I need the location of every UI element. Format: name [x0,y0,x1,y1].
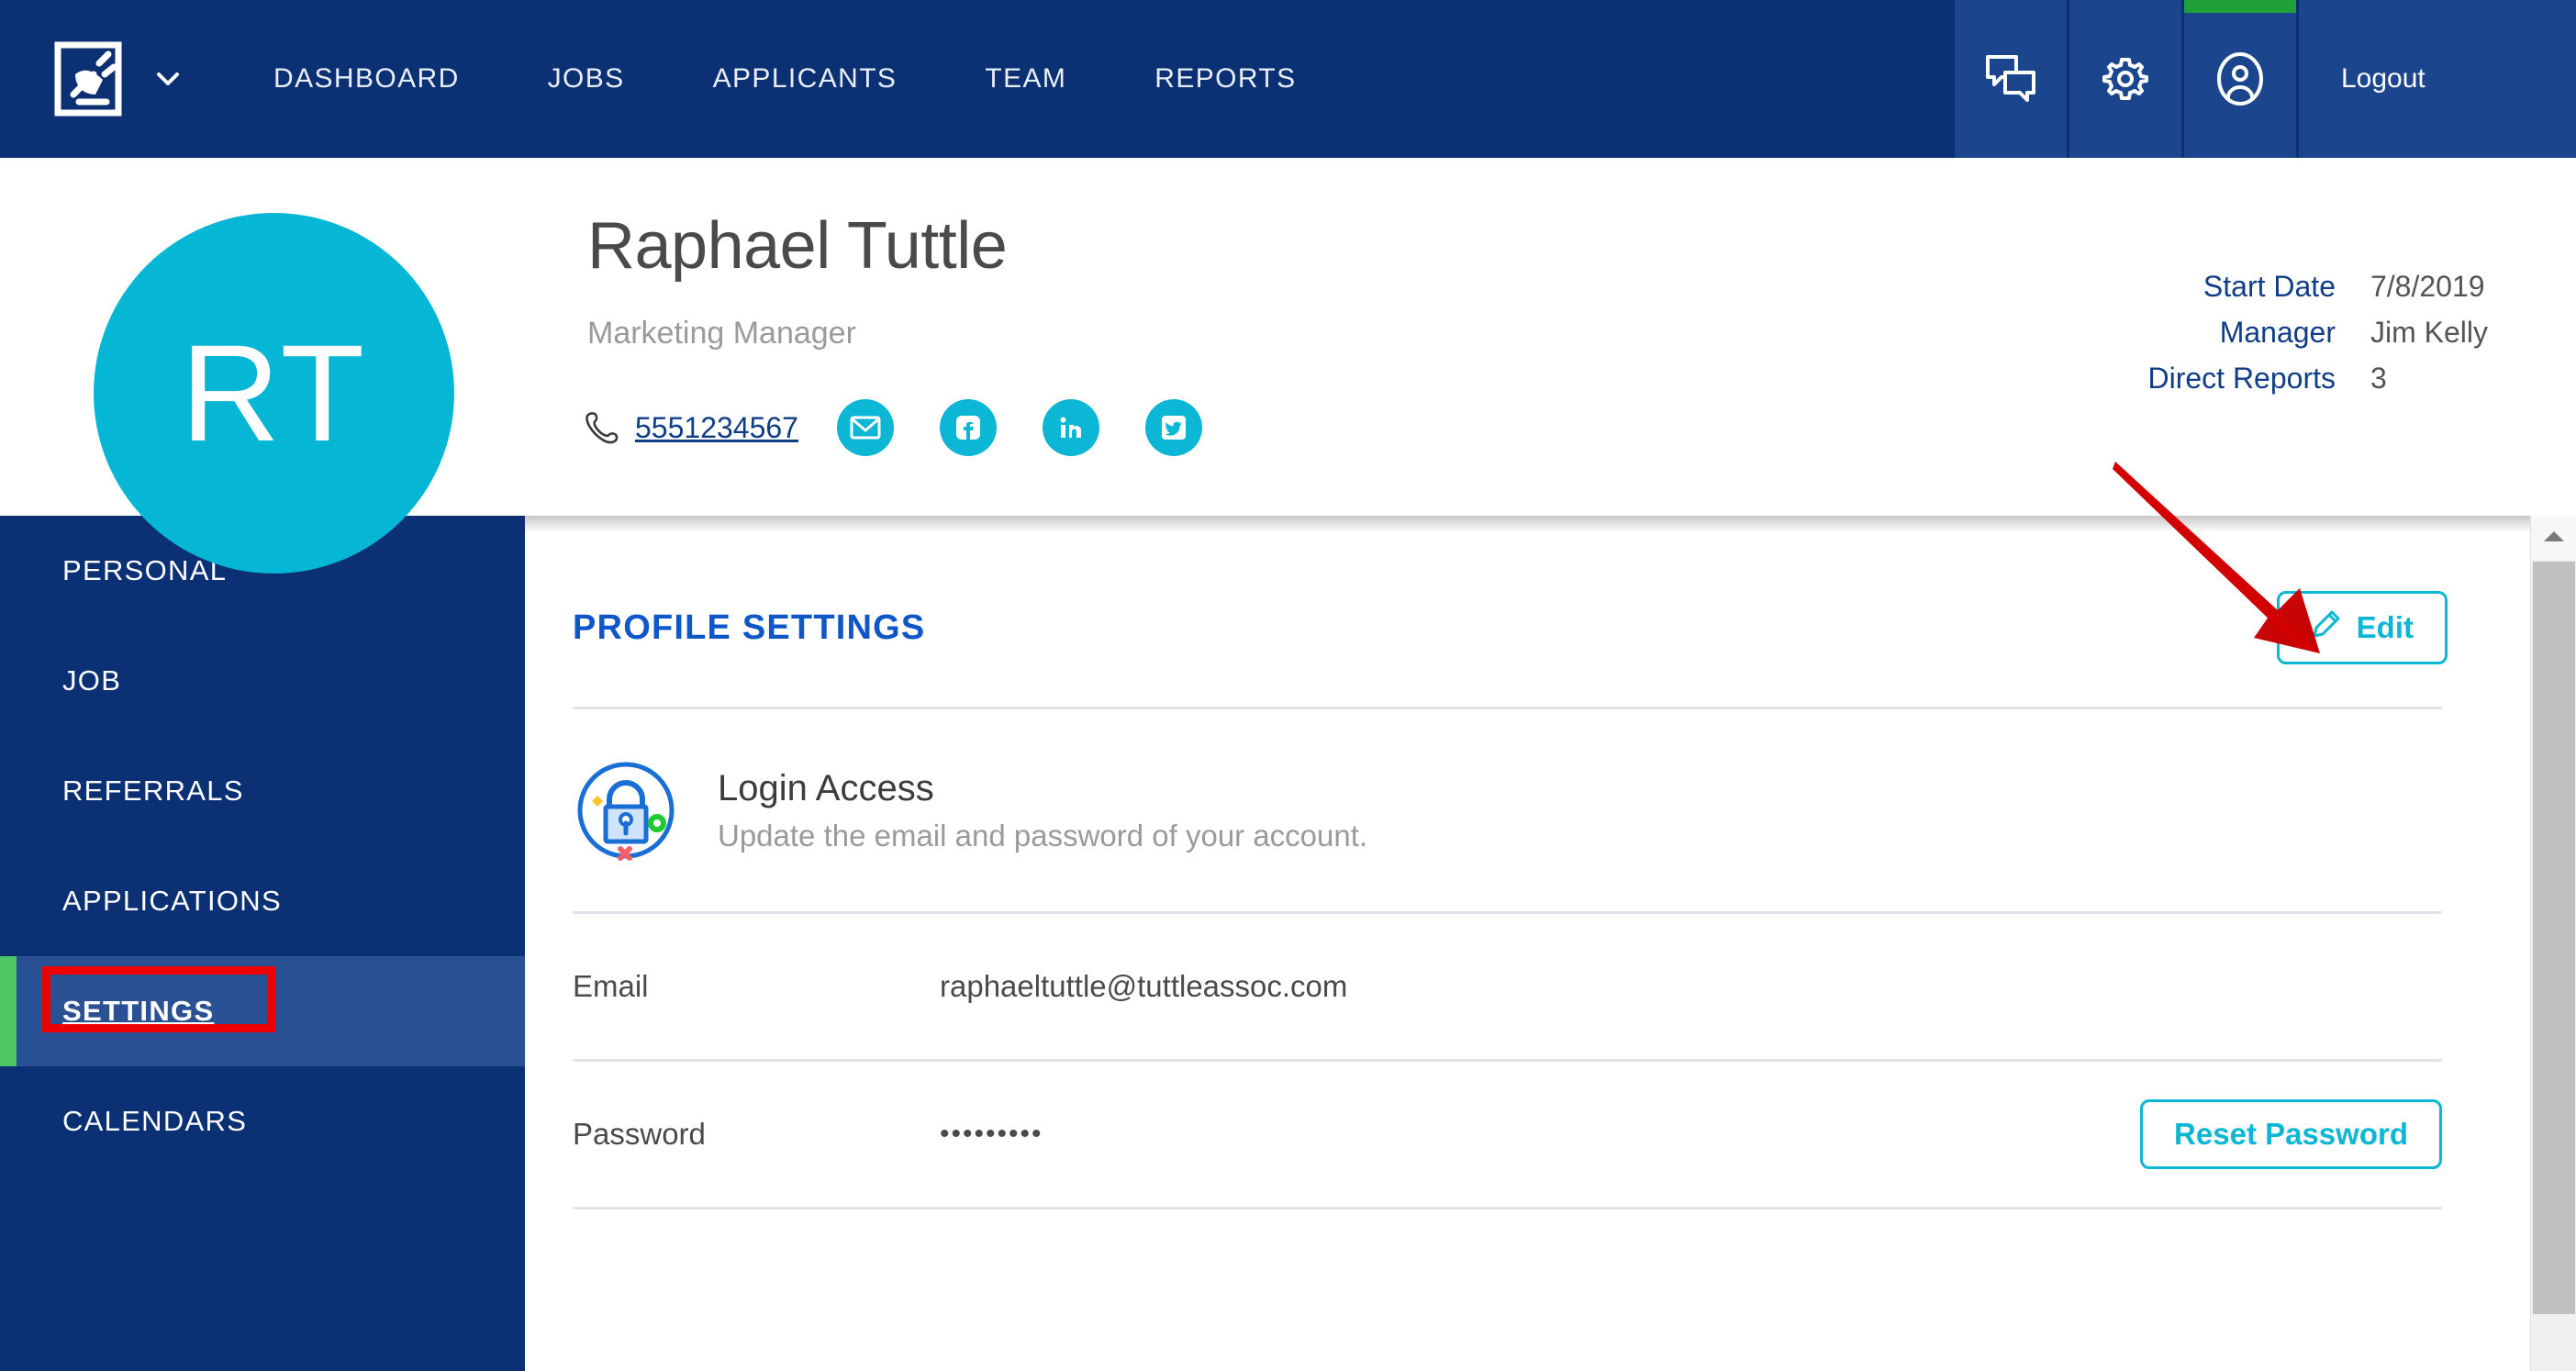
email-row-value: raphaeltuttle@tuttleassoc.com [940,969,2442,1004]
linkedin-button[interactable] [1043,399,1099,456]
chevron-up-icon [2542,529,2566,548]
messages-button[interactable] [1952,0,2067,158]
top-navigation-bar: DASHBOARD JOBS APPLICANTS TEAM REPORTS [0,0,2576,158]
app-window: DASHBOARD JOBS APPLICANTS TEAM REPORTS [0,0,2576,1371]
password-row-label: Password [573,1117,940,1152]
account-button[interactable] [2181,0,2296,158]
gear-icon [2099,52,2152,106]
card-subtitle: Update the email and password of your ac… [718,819,1367,853]
nav-link-applicants[interactable]: APPLICANTS [669,0,942,158]
page-title: Raphael Tuttle [587,208,1007,284]
scrollbar-thumb[interactable] [2533,562,2575,1314]
vertical-scrollbar[interactable] [2530,516,2576,1371]
padlock-icon [573,757,679,864]
user-account-icon [2214,50,2266,107]
facebook-icon [953,413,983,442]
nav-link-dashboard[interactable]: DASHBOARD [229,0,504,158]
card-title: Login Access [718,768,1367,809]
meta-label-direct-reports: Direct Reports [2147,362,2336,396]
profile-job-title: Marketing Manager [587,316,856,351]
nav-link-team[interactable]: TEAM [941,0,1110,158]
chevron-down-icon[interactable] [152,63,184,95]
twitter-icon [1159,413,1188,442]
phone-link[interactable]: 5551234567 [635,411,798,445]
nav-link-jobs[interactable]: JOBS [504,0,669,158]
logout-label: Logout [2341,63,2425,95]
logout-button[interactable]: Logout [2296,0,2576,158]
section-header: PROFILE SETTINGS Edit [525,516,2530,664]
password-row: Password ••••••••• Reset Password [525,1062,2530,1207]
phone-block[interactable]: 5551234567 [584,409,798,446]
header-shadow [525,516,2576,532]
meta-value-start-date: 7/8/2019 [2370,270,2488,304]
meta-value-manager: Jim Kelly [2370,316,2488,350]
primary-nav-links: DASHBOARD JOBS APPLICANTS TEAM REPORTS [229,0,1341,158]
annotation-box-settings [42,966,275,1032]
email-row-label: Email [573,969,940,1004]
login-access-card-header: Login Access Update the email and passwo… [525,709,2530,864]
login-access-text: Login Access Update the email and passwo… [718,768,1367,853]
sidebar: PERSONAL JOB REFERRALS APPLICATIONS SETT… [0,516,525,1371]
email-row: Email raphaeltuttle@tuttleassoc.com [525,914,2530,1059]
sidebar-item-label: APPLICATIONS [62,885,282,918]
card-divider-3 [573,1207,2442,1209]
nav-link-reports[interactable]: REPORTS [1110,0,1340,158]
plug-logo-icon[interactable] [53,38,128,120]
twitter-button[interactable] [1145,399,1202,456]
phone-icon [584,409,620,446]
sidebar-item-label: REFERRALS [62,775,244,808]
sidebar-item-job[interactable]: JOB [0,626,525,736]
sidebar-item-applications[interactable]: APPLICATIONS [0,846,525,956]
profile-meta: Start Date 7/8/2019 Manager Jim Kelly Di… [2147,270,2488,396]
email-button[interactable] [837,399,894,456]
facebook-button[interactable] [940,399,997,456]
meta-value-direct-reports: 3 [2370,362,2488,396]
password-row-value: ••••••••• [940,1119,2140,1150]
nav-spacer [1341,0,1952,158]
sidebar-item-label: CALENDARS [62,1105,247,1138]
messages-icon [1983,52,2038,106]
sidebar-item-label: PERSONAL [62,554,227,587]
contact-row: 5551234567 [584,399,1202,456]
avatar: RT [94,213,454,574]
main-content: PROFILE SETTINGS Edit [525,516,2530,1371]
meta-label-start-date: Start Date [2147,270,2336,304]
settings-button[interactable] [2067,0,2181,158]
sidebar-item-referrals[interactable]: REFERRALS [0,736,525,846]
sidebar-item-label: JOB [62,664,121,697]
pencil-icon [2311,608,2342,647]
meta-label-manager: Manager [2147,316,2336,350]
edit-button[interactable]: Edit [2277,591,2448,664]
brand[interactable] [0,0,184,158]
email-icon [850,415,881,440]
nav-icon-group: Logout [1952,0,2576,158]
edit-button-label: Edit [2357,610,2414,645]
reset-password-button[interactable]: Reset Password [2140,1099,2442,1169]
password-row-action: Reset Password [2140,1099,2442,1169]
sidebar-item-calendars[interactable]: CALENDARS [0,1066,525,1176]
scroll-up-button[interactable] [2531,516,2576,560]
section-title: PROFILE SETTINGS [573,608,925,648]
linkedin-icon [1056,413,1086,442]
